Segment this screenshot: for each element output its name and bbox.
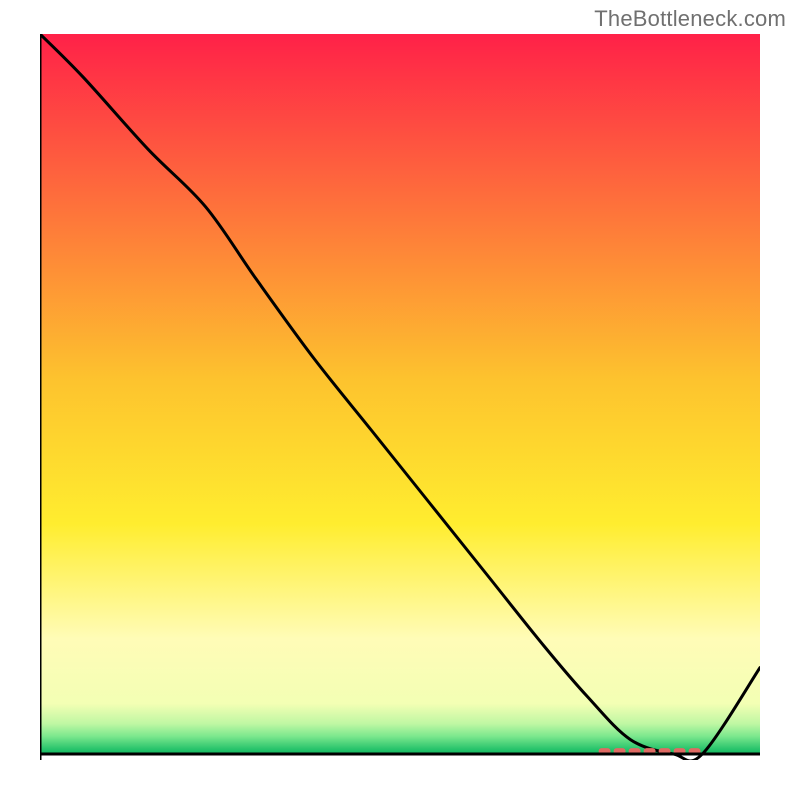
attribution-text: TheBottleneck.com [594, 6, 786, 32]
chart-plot-area [40, 34, 760, 760]
chart-background-gradient [40, 34, 760, 754]
figure-container: { "attribution": "TheBottleneck.com", "c… [0, 0, 800, 800]
chart-svg [40, 34, 760, 760]
